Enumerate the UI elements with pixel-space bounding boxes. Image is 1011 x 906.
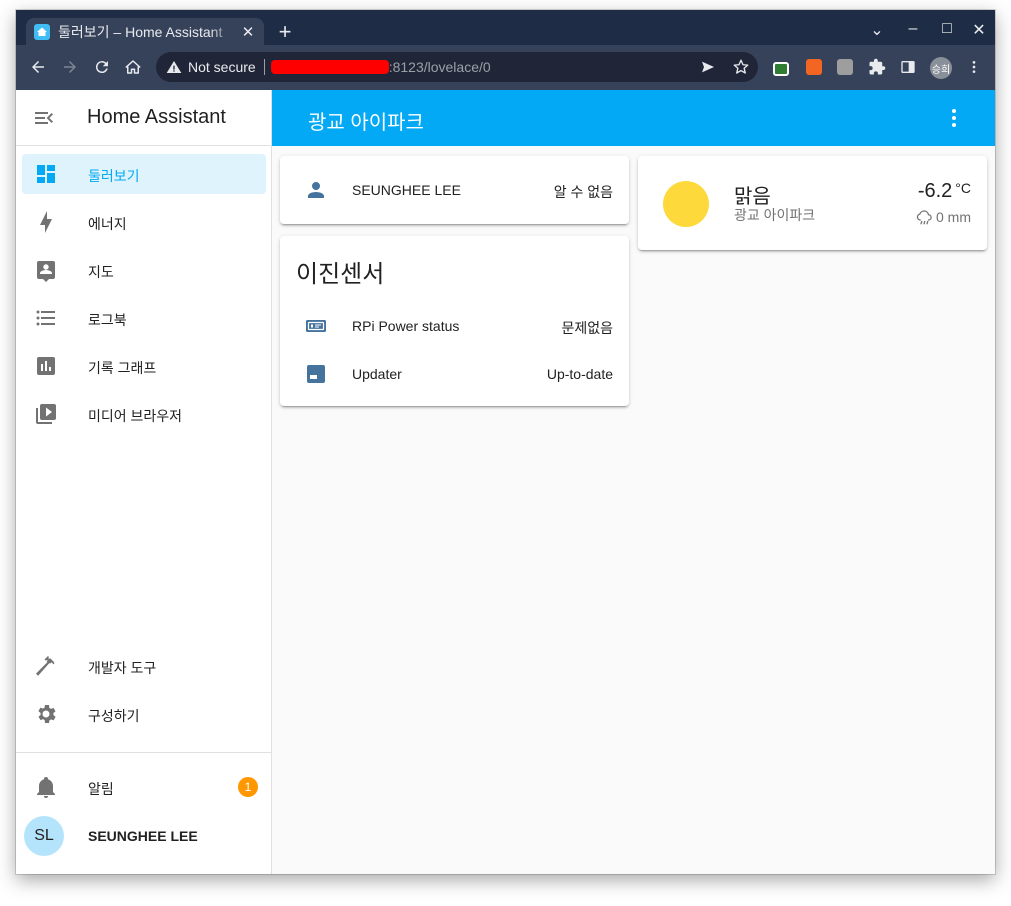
entity-name: Updater <box>352 366 402 382</box>
temperature-unit: °C <box>955 180 971 196</box>
sidebar-item-label: 구성하기 <box>88 708 140 724</box>
entity-state: Up-to-date <box>546 366 613 382</box>
minimize-button[interactable]: – <box>903 20 923 38</box>
user-avatar[interactable]: SL <box>24 816 64 856</box>
forward-icon[interactable] <box>59 56 81 78</box>
raspberry-pi-icon <box>306 320 326 332</box>
sidebar-item-notifications[interactable]: 알림 1 <box>22 767 266 807</box>
sidebar: Home Assistant 둘러보기 에너지 지도 로그북 기록 그래프 미디… <box>16 90 272 874</box>
entity-state: 문제없음 <box>561 320 613 336</box>
bookmark-star-icon[interactable] <box>732 58 750 76</box>
hammer-icon <box>36 656 55 676</box>
entity-name: RPi Power status <box>352 318 460 334</box>
user-name[interactable]: SEUNGHEE LEE <box>88 828 198 844</box>
sidebar-divider <box>16 752 272 753</box>
dashboard-title: 광교 아이파크 <box>308 112 424 134</box>
sidebar-item-logbook[interactable]: 로그북 <box>22 298 266 338</box>
bell-icon <box>37 777 55 798</box>
entity-row-rpi-power[interactable]: RPi Power status 문제없음 <box>280 310 629 342</box>
dashboard-main: 광교 아이파크 SEUNGHEE LEE 알 수 없음 이진센서 RPi Pow… <box>272 90 995 874</box>
send-page-icon[interactable] <box>700 59 716 75</box>
sidebar-item-label: 지도 <box>88 264 114 280</box>
maximize-button[interactable]: □ <box>937 20 957 38</box>
sidebar-item-label: 개발자 도구 <box>88 660 157 676</box>
cloud-rain-icon <box>916 210 932 225</box>
sidebar-item-overview[interactable]: 둘러보기 <box>22 154 266 194</box>
person-card[interactable]: SEUNGHEE LEE 알 수 없음 <box>280 156 629 224</box>
profile-avatar[interactable]: 승희 <box>930 57 952 79</box>
sidebar-item-label: 둘러보기 <box>88 168 140 184</box>
extension-orange-icon[interactable] <box>806 59 822 75</box>
sidebar-item-developer-tools[interactable]: 개발자 도구 <box>22 646 266 686</box>
chart-box-icon <box>37 357 55 375</box>
new-tab-button[interactable]: + <box>272 21 298 43</box>
browser-tab-active[interactable]: 둘러보기 – Home Assistant ✕ <box>26 18 264 45</box>
precipitation-value: 0 mm <box>936 209 971 225</box>
not-secure-warning-icon <box>166 61 182 73</box>
map-account-icon <box>37 261 55 282</box>
entities-card: 이진센서 RPi Power status 문제없음 Updater Up-to… <box>280 236 629 406</box>
weather-card[interactable]: 맑음 광교 아이파크 -6.2 °C 0 mm <box>638 156 987 250</box>
close-window-button[interactable]: ✕ <box>969 20 989 40</box>
browser-menu-icon[interactable] <box>966 59 982 75</box>
sidebar-item-label: 로그북 <box>88 312 127 328</box>
address-bar[interactable]: Not secure :8123/lovelace/0 <box>156 52 758 82</box>
browser-toolbar: Not secure :8123/lovelace/0 승희 <box>16 45 995 90</box>
home-assistant-app: Home Assistant 둘러보기 에너지 지도 로그북 기록 그래프 미디… <box>16 90 995 874</box>
sidebar-header: Home Assistant <box>16 90 272 146</box>
account-icon <box>308 182 324 198</box>
tab-title: 둘러보기 – Home Assistant <box>58 23 223 40</box>
sidebar-item-configuration[interactable]: 구성하기 <box>22 694 266 734</box>
sidebar-item-media-browser[interactable]: 미디어 브라우저 <box>22 394 266 434</box>
back-icon[interactable] <box>27 56 49 78</box>
browser-tab-strip: 둘러보기 – Home Assistant ✕ + ⌄ – □ ✕ <box>16 10 995 45</box>
sunny-weather-icon <box>663 181 709 227</box>
sidebar-item-label: 알림 <box>88 781 114 797</box>
app-header: 광교 아이파크 <box>272 90 995 146</box>
cog-icon <box>38 705 56 723</box>
package-icon <box>307 365 325 383</box>
extensions-puzzle-icon[interactable] <box>868 58 886 76</box>
tab-close-icon[interactable]: ✕ <box>240 23 256 41</box>
extension-gray-icon[interactable] <box>837 59 853 75</box>
person-state: 알 수 없음 <box>553 184 613 200</box>
entity-row-updater[interactable]: Updater Up-to-date <box>280 358 629 390</box>
format-list-bulleted-icon <box>36 310 55 326</box>
sidebar-item-label: 미디어 브라우저 <box>88 408 183 424</box>
lightning-bolt-icon <box>40 211 52 233</box>
omnibox-separator <box>263 59 265 75</box>
more-vert-icon[interactable] <box>942 106 966 130</box>
view-dashboard-icon <box>37 165 55 183</box>
sidebar-item-energy[interactable]: 에너지 <box>22 202 266 242</box>
weather-location: 광교 아이파크 <box>734 207 816 223</box>
browser-window: 둘러보기 – Home Assistant ✕ + ⌄ – □ ✕ Not se… <box>16 10 995 874</box>
weather-temperature: -6.2 °C <box>918 180 971 203</box>
notification-count-badge: 1 <box>238 777 258 797</box>
weather-precipitation: 0 mm <box>915 208 971 226</box>
extension-green-icon[interactable] <box>773 62 789 76</box>
home-icon[interactable] <box>122 56 144 78</box>
reload-icon[interactable] <box>91 56 113 78</box>
menu-open-icon[interactable] <box>32 106 56 130</box>
sidebar-title: Home Assistant <box>87 106 226 128</box>
home-assistant-favicon-icon <box>34 23 50 40</box>
redacted-host <box>270 60 389 74</box>
sidebar-item-label: 기록 그래프 <box>88 360 157 376</box>
sidebar-item-map[interactable]: 지도 <box>22 250 266 290</box>
url-text: :8123/lovelace/0 <box>388 59 491 75</box>
sidebar-item-history[interactable]: 기록 그래프 <box>22 346 266 386</box>
tab-search-icon[interactable]: ⌄ <box>867 20 887 40</box>
side-panel-icon[interactable] <box>900 59 916 75</box>
entities-card-title: 이진센서 <box>296 261 385 288</box>
play-box-multiple-icon <box>36 404 56 424</box>
security-label: Not secure <box>188 59 256 75</box>
person-name: SEUNGHEE LEE <box>352 182 461 198</box>
sidebar-item-label: 에너지 <box>88 216 127 232</box>
temperature-value: -6.2 <box>917 180 953 202</box>
